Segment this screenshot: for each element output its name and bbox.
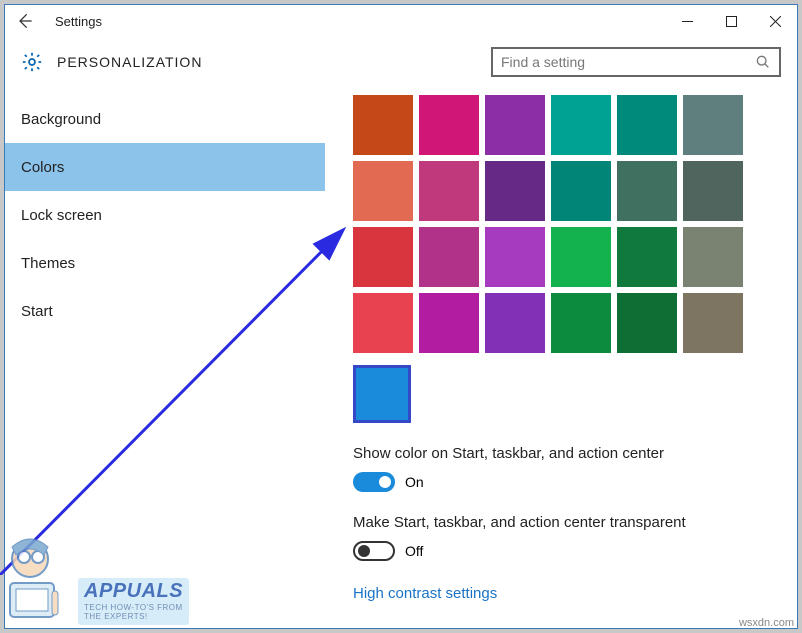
- color-swatches: [353, 95, 753, 423]
- color-swatch[interactable]: [353, 161, 413, 221]
- sidebar-item-start[interactable]: Start: [5, 287, 325, 335]
- color-swatch[interactable]: [353, 293, 413, 353]
- header: PERSONALIZATION Find a setting: [5, 37, 797, 95]
- appuals-mascot-icon: [0, 533, 74, 625]
- color-swatch[interactable]: [617, 161, 677, 221]
- appuals-badge: APPUALS TECH HOW-TO'S FROM THE EXPERTS!: [0, 533, 189, 625]
- close-button[interactable]: [753, 6, 797, 36]
- window-title: Settings: [55, 14, 102, 29]
- sidebar-item-colors[interactable]: Colors: [5, 143, 325, 191]
- setting-show-color-label: Show color on Start, taskbar, and action…: [353, 445, 781, 462]
- color-swatch[interactable]: [551, 227, 611, 287]
- color-swatch[interactable]: [485, 95, 545, 155]
- color-swatch[interactable]: [353, 227, 413, 287]
- color-swatch[interactable]: [617, 227, 677, 287]
- appuals-name: APPUALS: [84, 580, 183, 603]
- color-swatch[interactable]: [485, 161, 545, 221]
- appuals-tagline-2: THE EXPERTS!: [84, 612, 148, 621]
- color-swatch[interactable]: [683, 95, 743, 155]
- color-swatch[interactable]: [551, 293, 611, 353]
- high-contrast-link[interactable]: High contrast settings: [353, 585, 781, 602]
- header-left: PERSONALIZATION: [21, 51, 202, 73]
- window-controls: [665, 6, 797, 36]
- setting-transparent-label: Make Start, taskbar, and action center t…: [353, 514, 781, 531]
- maximize-button[interactable]: [709, 6, 753, 36]
- search-input[interactable]: Find a setting: [491, 47, 781, 77]
- toggle-show-color-state: On: [405, 474, 424, 490]
- color-swatch[interactable]: [353, 95, 413, 155]
- color-swatch[interactable]: [683, 293, 743, 353]
- search-placeholder: Find a setting: [501, 54, 585, 70]
- sidebar-item-background[interactable]: Background: [5, 95, 325, 143]
- color-swatch[interactable]: [617, 95, 677, 155]
- appuals-tag: APPUALS TECH HOW-TO'S FROM THE EXPERTS!: [78, 578, 189, 625]
- color-swatch[interactable]: [485, 227, 545, 287]
- color-swatch[interactable]: [419, 161, 479, 221]
- sidebar-item-lock-screen[interactable]: Lock screen: [5, 191, 325, 239]
- color-swatch[interactable]: [551, 161, 611, 221]
- setting-show-color-row: On: [353, 472, 781, 492]
- color-swatch[interactable]: [683, 227, 743, 287]
- back-button[interactable]: [11, 7, 39, 35]
- color-swatch[interactable]: [419, 227, 479, 287]
- titlebar: Settings: [5, 5, 797, 37]
- color-swatch[interactable]: [419, 95, 479, 155]
- search-icon: [755, 54, 771, 70]
- content: Show color on Start, taskbar, and action…: [325, 95, 797, 628]
- toggle-transparent[interactable]: [353, 541, 395, 561]
- setting-transparent-row: Off: [353, 541, 781, 561]
- appuals-tagline-1: TECH HOW-TO'S FROM: [84, 603, 183, 612]
- color-swatch[interactable]: [551, 95, 611, 155]
- sidebar-item-themes[interactable]: Themes: [5, 239, 325, 287]
- color-swatch-selected[interactable]: [353, 365, 411, 423]
- watermark: wsxdn.com: [739, 617, 794, 629]
- color-swatch[interactable]: [485, 293, 545, 353]
- gear-icon: [21, 51, 43, 73]
- minimize-button[interactable]: [665, 6, 709, 36]
- toggle-transparent-state: Off: [405, 543, 423, 559]
- color-swatch[interactable]: [617, 293, 677, 353]
- titlebar-left: Settings: [11, 7, 102, 35]
- toggle-show-color[interactable]: [353, 472, 395, 492]
- color-swatch[interactable]: [419, 293, 479, 353]
- page-heading: PERSONALIZATION: [57, 54, 202, 70]
- color-swatch[interactable]: [683, 161, 743, 221]
